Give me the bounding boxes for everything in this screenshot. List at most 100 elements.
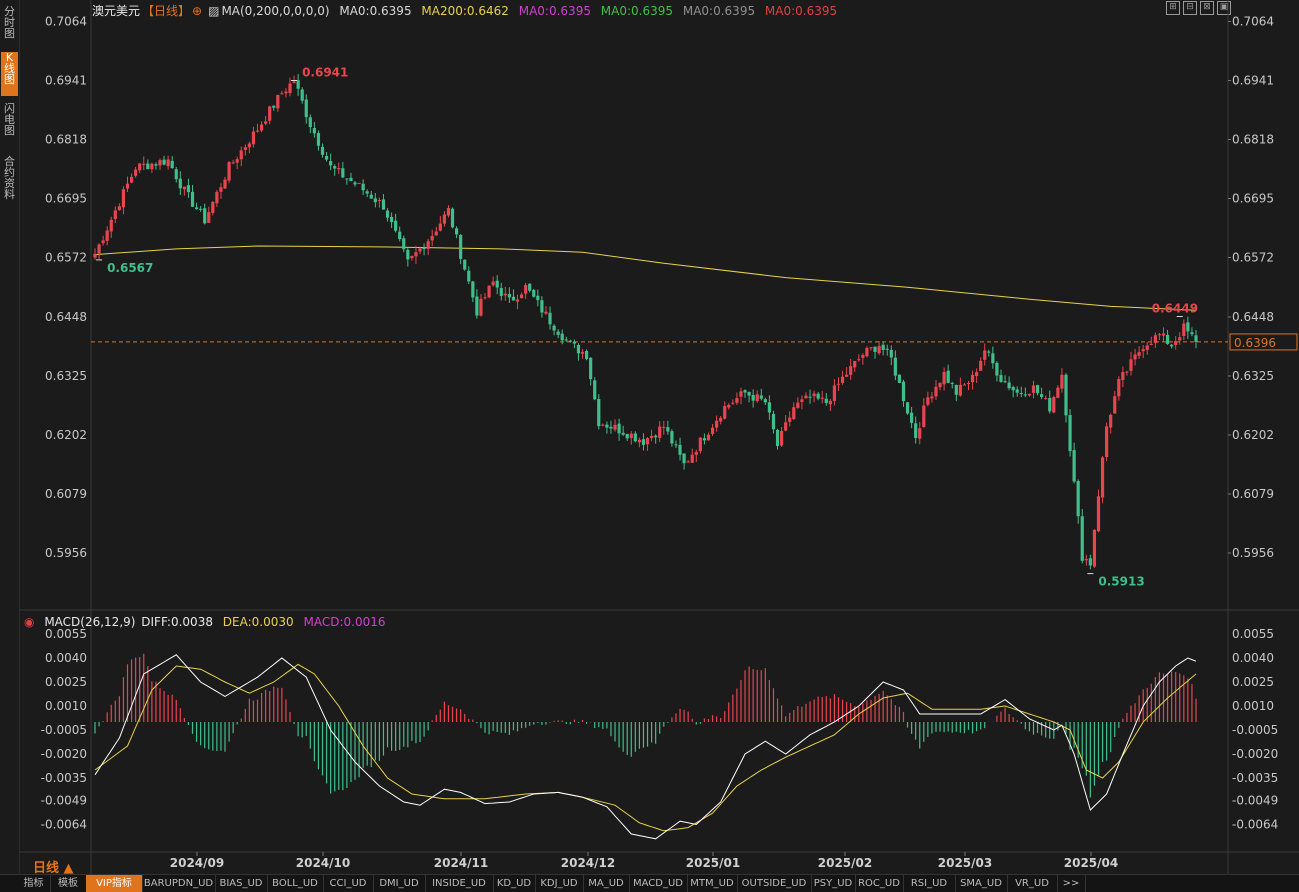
candle-body bbox=[142, 163, 146, 165]
chart-canvas[interactable]: 0.7064 0.7064 0.6941 0.6941 0.6818 0.6818 0.66… bbox=[0, 0, 1299, 874]
candle-body bbox=[158, 160, 162, 166]
price-tick-label: 0.6325 bbox=[1232, 369, 1274, 383]
candle-body bbox=[755, 394, 759, 402]
bottom-tab[interactable]: MTM_UD bbox=[687, 875, 738, 892]
candle-body bbox=[698, 437, 702, 452]
candle-body bbox=[268, 106, 272, 121]
candle-body bbox=[1096, 496, 1101, 532]
date-tick-label: 2025/04 bbox=[1064, 856, 1118, 870]
candle-body bbox=[276, 94, 280, 109]
bottom-tab[interactable]: DMI_UD bbox=[373, 875, 426, 892]
candle-body bbox=[154, 164, 158, 166]
bottom-tab[interactable]: CCI_UD bbox=[323, 875, 374, 892]
candle-body bbox=[381, 199, 386, 210]
candle-body bbox=[682, 453, 686, 464]
candle-body bbox=[1182, 323, 1186, 336]
candle-body bbox=[1100, 457, 1105, 498]
candle-body bbox=[1076, 481, 1080, 517]
macd-tick-label: -0.0035 bbox=[41, 771, 87, 785]
candle-body bbox=[861, 354, 865, 358]
candle-body bbox=[601, 424, 605, 426]
bottom-tab[interactable]: PSY_UD bbox=[811, 875, 856, 892]
candle-body bbox=[979, 360, 983, 371]
candle-body bbox=[1153, 335, 1157, 343]
candle-body bbox=[1060, 374, 1064, 389]
candle-body bbox=[694, 451, 698, 455]
candle-body bbox=[759, 395, 763, 399]
candle-body bbox=[454, 228, 459, 235]
bottom-tab[interactable]: OUTSIDE_UD bbox=[737, 875, 812, 892]
candle-body bbox=[625, 433, 629, 439]
bottom-tab[interactable]: KDJ_UD bbox=[535, 875, 584, 892]
bottom-tab[interactable]: MACD_UD bbox=[629, 875, 688, 892]
bottom-tab[interactable]: INSIDE_UD bbox=[425, 875, 494, 892]
candle-body bbox=[975, 372, 979, 377]
candle-body bbox=[767, 402, 772, 413]
candle-body bbox=[1035, 385, 1040, 394]
candle-body bbox=[1113, 396, 1117, 414]
candle-body bbox=[1048, 398, 1052, 412]
candle-body bbox=[503, 293, 507, 296]
candle-body bbox=[905, 402, 910, 414]
macd-tick-label: -0.0035 bbox=[1232, 771, 1278, 785]
candle-body bbox=[568, 340, 572, 342]
candle-body bbox=[958, 384, 962, 396]
bottom-tab[interactable]: RSI_UD bbox=[903, 875, 956, 892]
candle-body bbox=[812, 393, 816, 397]
candle-body bbox=[613, 424, 617, 430]
candle-body bbox=[105, 230, 109, 241]
bottom-tab[interactable]: MA_UD bbox=[583, 875, 630, 892]
bottom-tab[interactable]: KD_UD bbox=[493, 875, 536, 892]
candle-body bbox=[442, 214, 446, 224]
candle-body bbox=[674, 444, 678, 446]
candle-body bbox=[1165, 334, 1170, 344]
candle-body bbox=[1161, 333, 1166, 336]
price-tick-label: 0.5956 bbox=[1232, 546, 1274, 560]
candle-body bbox=[824, 398, 828, 403]
candle-body bbox=[617, 423, 621, 434]
candle-body bbox=[471, 281, 475, 298]
bottom-tab[interactable]: 模板 bbox=[50, 875, 87, 892]
candle-body bbox=[93, 253, 97, 258]
candle-body bbox=[784, 422, 788, 431]
date-tick-label: 2024/10 bbox=[296, 856, 350, 870]
bottom-tab[interactable]: BARUPDN_UD bbox=[142, 875, 216, 892]
bottom-tab[interactable]: ROC_UD bbox=[855, 875, 904, 892]
annotation-label: 0.5913 bbox=[1098, 575, 1144, 589]
candle-body bbox=[166, 159, 170, 167]
bottom-tab[interactable]: VIP指标 bbox=[86, 875, 143, 892]
candle-body bbox=[540, 300, 544, 313]
date-tick-label: 2024/12 bbox=[561, 856, 615, 870]
bottom-tab[interactable]: >> bbox=[1057, 875, 1086, 892]
macd-dea: DEA:0.0030 bbox=[222, 615, 294, 629]
candle-body bbox=[426, 241, 430, 249]
diff-line bbox=[94, 654, 1197, 840]
candle-body bbox=[1064, 374, 1068, 416]
macd-tick-label: 0.0040 bbox=[1232, 651, 1274, 665]
candle-body bbox=[361, 183, 365, 191]
candle-body bbox=[983, 350, 987, 360]
candle-body bbox=[134, 169, 138, 176]
candle-body bbox=[203, 208, 207, 224]
candle-body bbox=[199, 208, 203, 210]
macd-settings-icon[interactable]: ◉ bbox=[24, 615, 34, 629]
candle-body bbox=[690, 454, 694, 463]
candle-body bbox=[719, 417, 723, 422]
candle-body bbox=[593, 380, 597, 400]
candle-body bbox=[893, 357, 897, 376]
candle-body bbox=[422, 247, 426, 250]
candle-body bbox=[207, 212, 211, 223]
bottom-tab[interactable]: 指标 bbox=[17, 875, 51, 892]
candle-body bbox=[475, 296, 479, 316]
bottom-tab[interactable]: BOLL_UD bbox=[267, 875, 324, 892]
candle-body bbox=[101, 240, 105, 244]
bottom-tab[interactable]: VR_UD bbox=[1007, 875, 1058, 892]
candle-body bbox=[1015, 389, 1019, 393]
candle-body bbox=[450, 208, 455, 228]
bottom-tab[interactable]: SMA_UD bbox=[955, 875, 1008, 892]
candle-body bbox=[479, 298, 483, 316]
candle-body bbox=[304, 99, 308, 118]
candle-body bbox=[914, 423, 918, 438]
bottom-tab[interactable]: BIAS_UD bbox=[215, 875, 268, 892]
candle-body bbox=[808, 396, 812, 398]
